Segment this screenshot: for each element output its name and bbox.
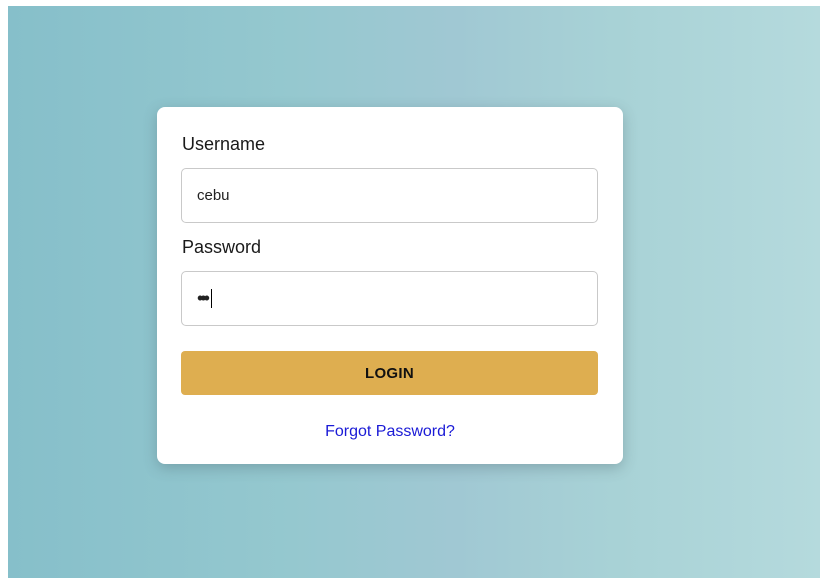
username-label: Username	[182, 134, 266, 154]
forgot-password-link[interactable]: Forgot Password?	[157, 423, 623, 441]
page-background: Username cebu Password ••• LOGIN Forgot …	[8, 6, 820, 578]
password-input[interactable]: •••	[181, 271, 598, 326]
username-input[interactable]: cebu	[181, 168, 598, 223]
password-label: Password	[182, 237, 262, 257]
login-card: Username cebu Password ••• LOGIN Forgot …	[157, 107, 623, 464]
text-caret	[210, 289, 212, 308]
login-button[interactable]: LOGIN	[181, 351, 598, 395]
username-value: cebu	[197, 187, 230, 204]
password-masked-value: •••	[197, 287, 210, 308]
